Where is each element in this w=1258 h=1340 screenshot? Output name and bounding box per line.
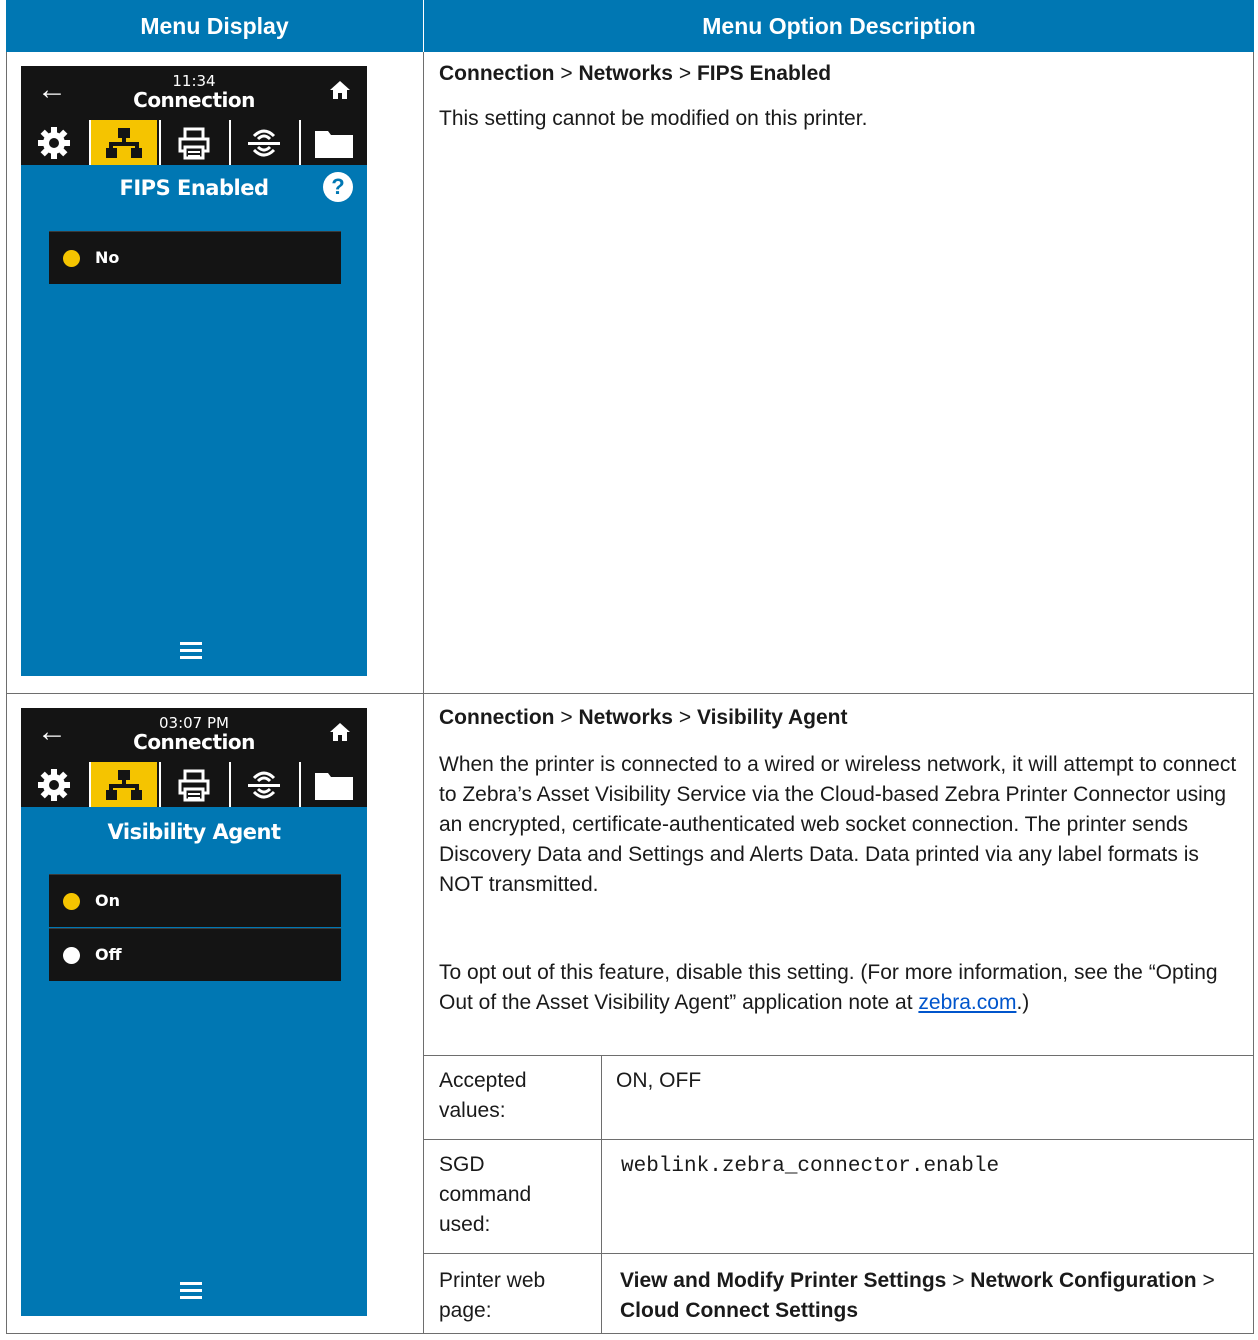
- path-connection: Connection: [439, 62, 555, 85]
- menu-path: Connection > Networks > Visibility Agent: [439, 706, 847, 730]
- sgd-command-label: SGD command used:: [439, 1153, 532, 1236]
- rfid-icon[interactable]: [229, 762, 297, 807]
- printer-web-page-label: Printer web page:: [439, 1269, 546, 1322]
- path-separator: >: [952, 1269, 965, 1292]
- fips-description: This setting cannot be modified on this …: [439, 107, 868, 130]
- option-no[interactable]: No: [49, 231, 341, 284]
- printer-web-page-value: View and Modify Printer Settings > Netwo…: [620, 1266, 1240, 1326]
- printer-icon[interactable]: [159, 762, 227, 807]
- accepted-values-label: Accepted values:: [439, 1069, 527, 1122]
- rfid-icon[interactable]: [229, 120, 297, 165]
- path-separator: >: [1202, 1269, 1215, 1292]
- menu-path: Connection > Networks > FIPS Enabled: [439, 62, 831, 86]
- detail-line-3: [423, 1253, 1254, 1254]
- option-off[interactable]: Off: [49, 928, 341, 981]
- opt-out-end: .): [1016, 991, 1030, 1014]
- path-separator: >: [678, 706, 692, 729]
- menu-table: Menu Display Menu Option Description ← 1…: [6, 0, 1254, 1334]
- table-border-bottom: [6, 1333, 1254, 1334]
- home-icon[interactable]: [329, 80, 351, 105]
- zebra-link[interactable]: zebra.com: [918, 991, 1016, 1014]
- screen-top-bar: ← 03:07 PM Connection: [21, 708, 367, 760]
- setting-title: Visibility Agent: [107, 820, 281, 844]
- web-page-part: Network Configuration: [970, 1269, 1197, 1292]
- detail-column-divider: [601, 1055, 602, 1333]
- header-menu-option-description: Menu Option Description: [424, 0, 1254, 52]
- visibility-agent-description: When the printer is connected to a wired…: [439, 753, 1237, 896]
- network-icon[interactable]: [89, 120, 157, 165]
- screen-tab-bar: [21, 760, 367, 807]
- option-label: No: [95, 248, 120, 267]
- sgd-command-value: weblink.zebra_connector.enable: [621, 1155, 1000, 1178]
- menu-icon[interactable]: [180, 1282, 202, 1303]
- path-fips-enabled: FIPS Enabled: [696, 62, 832, 85]
- detail-line-2: [423, 1139, 1254, 1140]
- printer-screen-visibility-agent: ← 03:07 PM Connection Visibility Agent O…: [21, 708, 367, 1316]
- radio-unselected-icon: [63, 947, 80, 964]
- screen-tab-bar: [21, 118, 367, 165]
- row-divider: [6, 693, 1254, 694]
- option-label: Off: [95, 945, 122, 964]
- printer-screen-fips: ← 11:34 Connection FIPS Enabled ? No: [21, 66, 367, 676]
- printer-icon[interactable]: [159, 120, 227, 165]
- folder-icon[interactable]: [299, 762, 367, 807]
- web-page-part: Cloud Connect Settings: [620, 1299, 858, 1322]
- accepted-values-value: ON, OFF: [616, 1069, 702, 1092]
- path-networks: Networks: [578, 62, 673, 85]
- path-separator: >: [678, 62, 692, 85]
- help-icon[interactable]: ?: [323, 172, 353, 202]
- menu-icon[interactable]: [180, 642, 202, 663]
- path-separator: >: [560, 706, 573, 729]
- path-connection: Connection: [439, 706, 555, 729]
- web-page-part: View and Modify Printer Settings: [620, 1269, 947, 1292]
- header-menu-display: Menu Display: [6, 0, 423, 52]
- option-on[interactable]: On: [49, 874, 341, 927]
- screen-top-bar: ← 11:34 Connection: [21, 66, 367, 118]
- network-icon[interactable]: [89, 762, 157, 807]
- gear-icon[interactable]: [21, 120, 87, 165]
- radio-selected-icon: [63, 893, 80, 910]
- path-visibility-agent: Visibility Agent: [696, 706, 848, 729]
- path-networks: Networks: [578, 706, 673, 729]
- setting-title: FIPS Enabled: [119, 176, 269, 200]
- opt-out-text: To opt out of this feature, disable this…: [439, 961, 1218, 1014]
- screen-title: Connection: [133, 730, 255, 754]
- detail-line-1: [423, 1055, 1254, 1056]
- gear-icon[interactable]: [21, 762, 87, 807]
- home-icon[interactable]: [329, 722, 351, 747]
- path-separator: >: [560, 62, 573, 85]
- folder-icon[interactable]: [299, 120, 367, 165]
- screen-title: Connection: [133, 88, 255, 112]
- option-label: On: [95, 891, 120, 910]
- opt-out-note: To opt out of this feature, disable this…: [439, 958, 1247, 1018]
- radio-selected-icon: [63, 250, 80, 267]
